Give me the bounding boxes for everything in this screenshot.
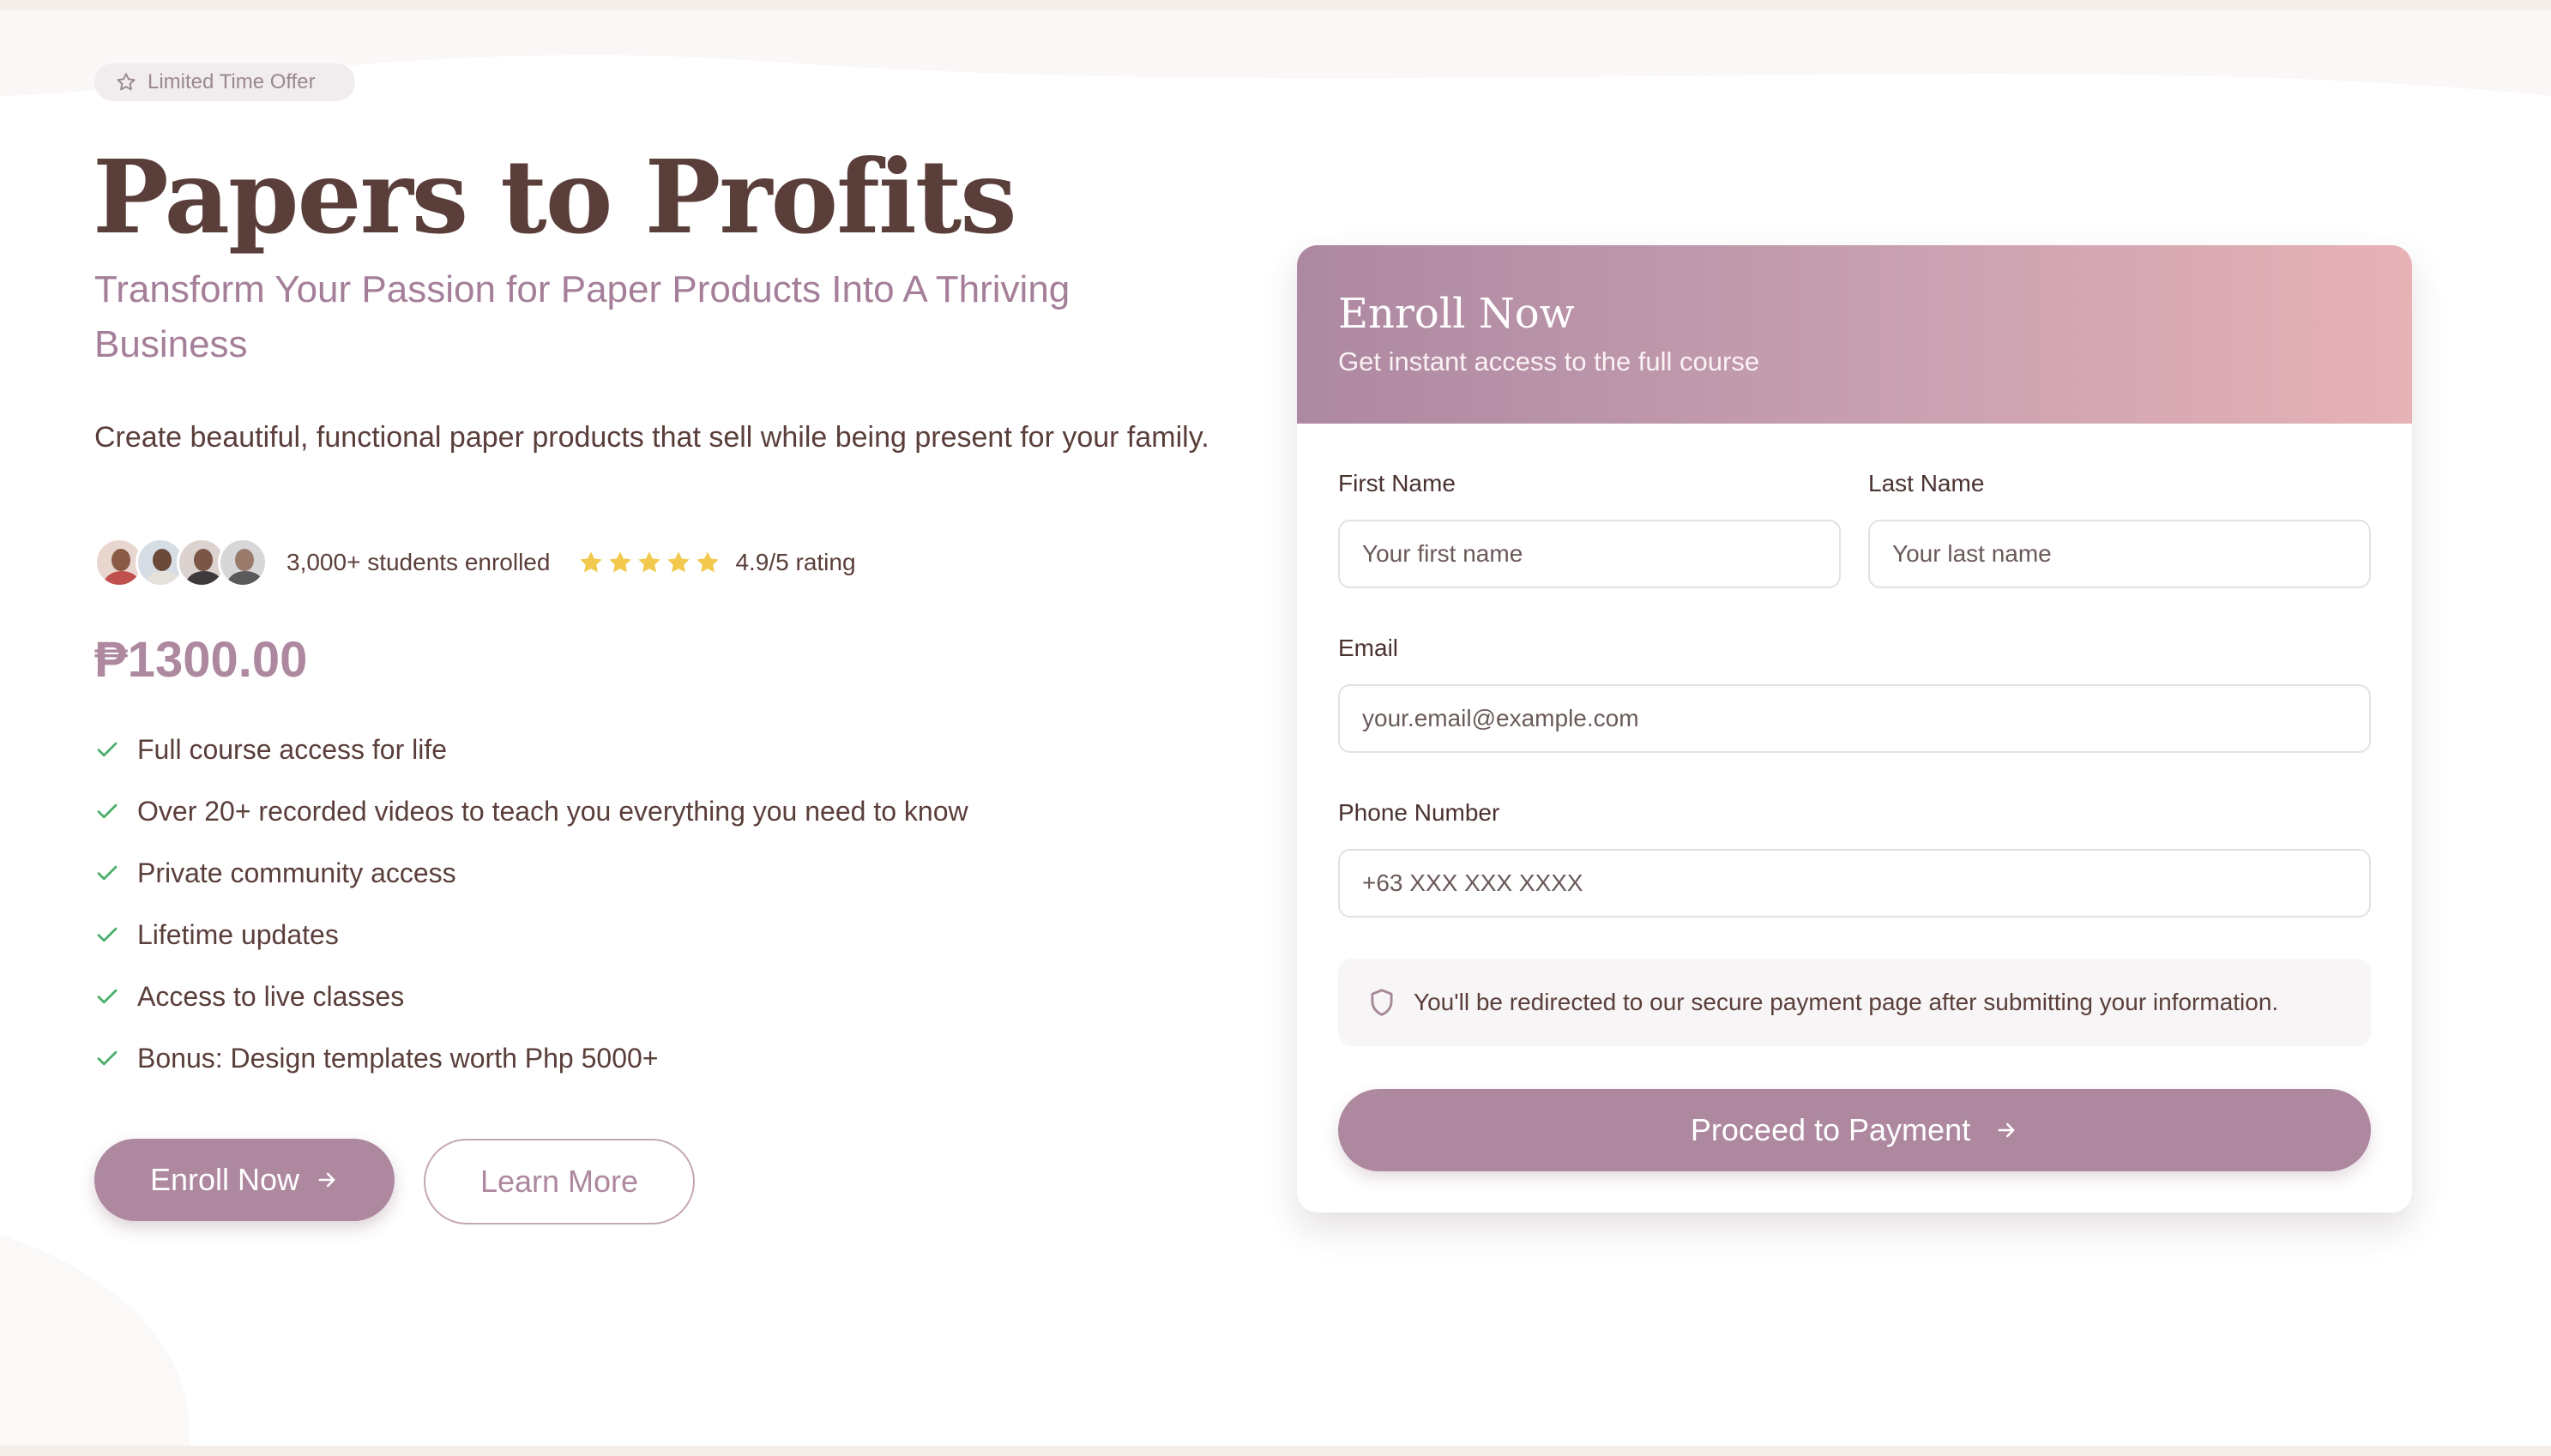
hero-subtitle: Transform Your Passion for Paper Product… bbox=[94, 268, 1070, 365]
check-icon bbox=[97, 865, 118, 881]
check-icon bbox=[97, 742, 118, 757]
check-icon bbox=[97, 1050, 118, 1066]
learn-more-button[interactable]: Learn More bbox=[424, 1139, 695, 1224]
feature-text: Private community access bbox=[137, 857, 456, 888]
first-name-field[interactable] bbox=[1338, 520, 1841, 588]
check-icon bbox=[97, 803, 118, 819]
hero-title: Papers to Profits bbox=[93, 137, 1017, 256]
feature-item: Full course access for life bbox=[94, 719, 968, 780]
hero-description: Create beautiful, functional paper produ… bbox=[94, 421, 1209, 454]
arrow-right-icon bbox=[1998, 1122, 2015, 1138]
arrow-right-icon bbox=[318, 1172, 335, 1188]
email-field[interactable] bbox=[1338, 684, 2371, 753]
feature-item: Private community access bbox=[94, 842, 968, 904]
feature-text: Access to live classes bbox=[137, 980, 405, 1012]
rating-text: 4.9/5 rating bbox=[735, 549, 856, 575]
rating-stars bbox=[577, 549, 721, 576]
top-border bbox=[0, 0, 2551, 10]
feature-item: Lifetime updates bbox=[94, 904, 968, 966]
feature-text: Full course access for life bbox=[137, 733, 448, 765]
students-enrolled: 3,000+ students enrolled bbox=[286, 549, 551, 575]
phone-field[interactable] bbox=[1338, 849, 2371, 918]
enroll-button-label: Enroll Now bbox=[149, 1162, 300, 1197]
proceed-to-payment-button[interactable]: Proceed to Payment bbox=[1338, 1089, 2371, 1171]
check-icon bbox=[97, 989, 118, 1004]
payment-button-label: Proceed to Payment bbox=[1690, 1112, 1971, 1147]
feature-text: Over 20+ recorded videos to teach you ev… bbox=[137, 795, 968, 827]
secure-payment-notice: You'll be redirected to our secure payme… bbox=[1338, 959, 2371, 1046]
feature-list: Full course access for life Over 20+ rec… bbox=[94, 719, 968, 1089]
feature-item: Over 20+ recorded videos to teach you ev… bbox=[94, 780, 968, 842]
star-icon bbox=[667, 551, 691, 573]
feature-text: Bonus: Design templates worth Php 5000+ bbox=[137, 1042, 659, 1074]
avatar bbox=[218, 538, 268, 587]
feature-item: Access to live classes bbox=[94, 966, 968, 1027]
bottom-border bbox=[0, 1446, 2551, 1456]
star-icon bbox=[638, 551, 661, 573]
star-icon bbox=[580, 551, 603, 573]
social-proof: 3,000+ students enrolled 4.9/5 rating bbox=[94, 537, 856, 588]
bottom-blob-decoration bbox=[0, 1235, 190, 1446]
feature-text: Lifetime updates bbox=[137, 918, 339, 950]
form-header: Enroll Now Get instant access to the ful… bbox=[1297, 245, 2412, 424]
course-price: ₱1300.00 bbox=[94, 632, 308, 688]
form-title: Enroll Now bbox=[1338, 290, 1575, 338]
notice-text: You'll be redirected to our secure payme… bbox=[1414, 989, 2279, 1015]
last-name-label: Last Name bbox=[1868, 470, 1985, 496]
check-icon bbox=[97, 927, 118, 942]
enroll-form-card: Enroll Now Get instant access to the ful… bbox=[1297, 245, 2412, 1212]
shield-icon bbox=[1371, 989, 1393, 1016]
student-avatars bbox=[94, 538, 268, 587]
star-icon bbox=[697, 551, 720, 573]
last-name-field[interactable] bbox=[1868, 520, 2371, 588]
email-label: Email bbox=[1338, 635, 1399, 661]
feature-item: Bonus: Design templates worth Php 5000+ bbox=[94, 1027, 968, 1089]
star-outline-icon bbox=[117, 73, 136, 91]
enroll-now-button[interactable]: Enroll Now bbox=[94, 1139, 395, 1221]
limited-offer-badge: Limited Time Offer bbox=[94, 63, 355, 101]
top-wave-decoration bbox=[0, 10, 2551, 96]
phone-label: Phone Number bbox=[1338, 799, 1500, 826]
form-subtitle: Get instant access to the full course bbox=[1338, 346, 1760, 376]
landing-page: Limited Time Offer Papers to Profits Tra… bbox=[0, 0, 2551, 1456]
learn-more-label: Learn More bbox=[479, 1164, 639, 1199]
badge-text: Limited Time Offer bbox=[148, 70, 316, 93]
first-name-label: First Name bbox=[1338, 470, 1456, 496]
star-icon bbox=[609, 551, 632, 573]
